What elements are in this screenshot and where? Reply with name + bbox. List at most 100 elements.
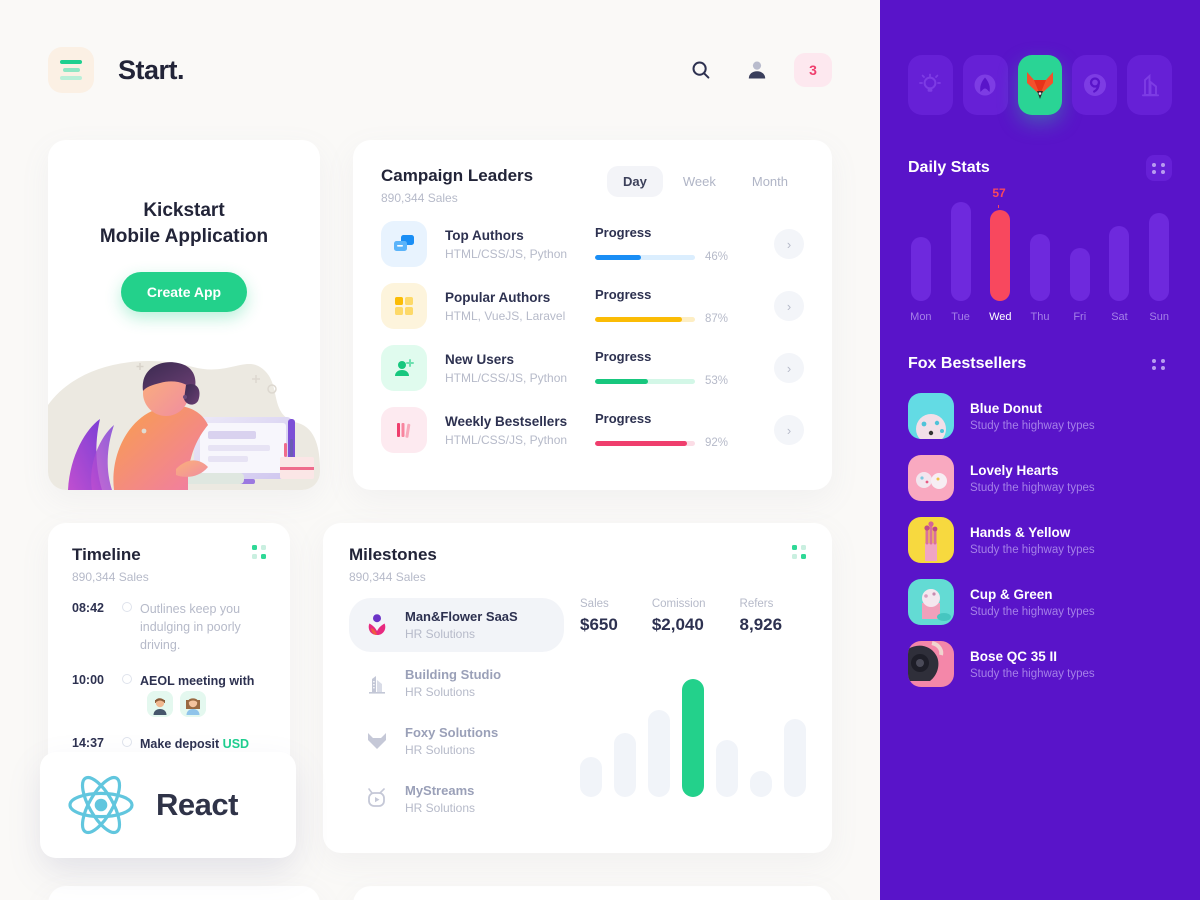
grid-dots-icon[interactable] (1146, 155, 1172, 181)
bestsellers-list: Blue Donut Study the highway types Lovely … (908, 393, 1172, 687)
nine-badge-icon[interactable] (1072, 55, 1118, 115)
campaign-row-tech: HTML, VueJS, Laravel (445, 308, 566, 323)
campaign-row-name: New Users (445, 351, 515, 367)
timeline-item[interactable]: 08:42 Outlines keep you indulging in poo… (72, 600, 266, 672)
lightbulb-icon[interactable] (908, 55, 953, 115)
bestsellers-section: Fox Bestsellers Blue Donut Study the high… (880, 351, 1200, 687)
stat-refers: Refers 8,926 (740, 598, 783, 635)
daily-stats-title: Daily Stats (908, 159, 990, 176)
chevron-right-icon[interactable]: › (774, 291, 804, 321)
campaign-leaders-card: Campaign Leaders 890,344 Sales Day Week … (353, 140, 832, 490)
progress-bar (595, 440, 695, 446)
milestone-row[interactable]: Building Studio HR Solutions (349, 656, 564, 710)
bestseller-text: Cup & Green Study the highway types (970, 587, 1095, 618)
campaign-row-text: New Users HTML/CSS/JS, Python (445, 352, 595, 385)
bestseller-row[interactable]: Blue Donut Study the highway types (908, 393, 1172, 439)
milestone-chart-bar (716, 740, 738, 797)
campaign-row-tech: HTML/CSS/JS, Python (445, 432, 568, 447)
bottom-card-left[interactable] (48, 886, 320, 900)
campaign-row[interactable]: New Users HTML/CSS/JS, Python Progress 5… (381, 345, 804, 391)
kickstart-title-line2: Mobile Application (99, 226, 269, 248)
milestones-bar-chart (580, 677, 806, 797)
tab-day[interactable]: Day (607, 166, 663, 197)
timeline-item[interactable]: 10:00 AEOL meeting with (72, 672, 266, 734)
add-user-icon (381, 345, 427, 391)
daily-axis-label: Sun (1149, 311, 1169, 323)
milestone-name: MyStreams (405, 783, 475, 798)
chevron-right-icon[interactable]: › (774, 353, 804, 383)
tab-month[interactable]: Month (736, 166, 804, 197)
create-app-button[interactable]: Create App (120, 272, 248, 313)
progress-bar (595, 316, 695, 322)
campaign-row[interactable]: Top Authors HTML/CSS/JS, Python Progress… (381, 221, 804, 267)
daily-bar (1109, 225, 1130, 301)
building-icon[interactable] (1127, 55, 1172, 115)
daily-labels: Mon Tue Wed Thu Fri Sat Sun (908, 311, 1172, 323)
tab-week[interactable]: Week (667, 166, 732, 197)
tv-play-icon (363, 785, 391, 813)
daily-axis-label: Tue (951, 311, 970, 323)
daily-bar (950, 201, 971, 301)
bestseller-row[interactable]: Lovely Hearts Study the highway types (908, 455, 1172, 501)
chevron-right-icon[interactable]: › (774, 415, 804, 445)
grid-dots-icon[interactable] (792, 545, 806, 559)
bottom-card-right[interactable] (353, 886, 832, 900)
stat-label: Refers (739, 598, 774, 610)
stat-comission: Comission $2,040 (652, 598, 706, 635)
avatar (180, 690, 206, 717)
notification-badge[interactable]: 3 (794, 53, 832, 87)
bestseller-thumbnail (908, 579, 954, 625)
milestones-stats: Sales $650 Comission $2,040 Refers 8,926 (580, 598, 806, 635)
daily-bar-column (1146, 213, 1172, 301)
milestone-chart-bar (682, 679, 704, 797)
milestones-title: Milestones (349, 545, 437, 564)
milestone-row[interactable]: Foxy Solutions HR Solutions (349, 714, 564, 768)
campaign-row[interactable]: Weekly Bestsellers HTML/CSS/JS, Python P… (381, 407, 804, 453)
timeline-header: Timeline 890,344 Sales (72, 545, 266, 584)
react-badge-card[interactable]: React (40, 752, 296, 858)
campaign-row-tech: HTML/CSS/JS, Python (445, 246, 568, 261)
right-sidebar: Daily Stats 57 Mon Tue Wed Thu Fri Sat Sun Fox… (880, 0, 1200, 900)
progress-pct: 46% (705, 251, 729, 263)
bestseller-row[interactable]: Bose QC 35 II Study the highway types (908, 641, 1172, 687)
milestone-row[interactable]: MyStreams HR Solutions (349, 772, 564, 826)
daily-stats-chart: 57 Mon Tue Wed Thu Fri Sat Sun (908, 186, 1172, 329)
chevron-right-icon[interactable]: › (774, 229, 804, 259)
rocket-arrow-icon[interactable] (962, 55, 1008, 115)
header-actions: 3 (682, 51, 832, 89)
person-at-computer-illustration (48, 361, 320, 490)
bestseller-row[interactable]: Cup & Green Study the highway types (908, 579, 1172, 625)
timeline-time: 14:37 (72, 735, 104, 750)
daily-axis-label: Fri (1073, 311, 1087, 323)
hamburger-icon[interactable] (48, 47, 94, 93)
fox-icon[interactable] (1017, 55, 1063, 115)
milestone-sub: HR Solutions (405, 743, 476, 757)
progress-label: Progress (595, 287, 652, 302)
daily-axis-label: Thu (1030, 311, 1050, 323)
daily-bars (908, 189, 1172, 301)
bestseller-name: Hands & Yellow (970, 524, 1071, 540)
bestseller-name: Cup & Green (970, 586, 1053, 602)
bestseller-thumbnail (908, 641, 954, 687)
milestone-row-active[interactable]: Man&Flower SaaS HR Solutions (349, 598, 564, 652)
bestseller-row[interactable]: Hands & Yellow Study the highway types (908, 517, 1172, 563)
campaign-row-text: Top Authors HTML/CSS/JS, Python (445, 228, 595, 261)
milestone-name: Man&Flower SaaS (405, 609, 518, 624)
bestseller-text: Blue Donut Study the highway types (970, 401, 1095, 432)
daily-bar-column (908, 237, 934, 301)
milestones-header: Milestones 890,344 Sales (349, 545, 806, 584)
progress-pct: 53% (705, 375, 729, 387)
bestseller-sub: Study the highway types (970, 667, 1095, 680)
bestseller-sub: Study the highway types (970, 605, 1095, 618)
milestones-body: Man&Flower SaaS HR Solutions Building St… (349, 598, 806, 830)
timeline-text: AEOL meeting with (140, 674, 255, 689)
grid-dots-icon[interactable] (252, 545, 266, 559)
search-icon[interactable] (682, 51, 720, 89)
campaign-row-name: Top Authors (445, 227, 524, 243)
progress-bar (595, 254, 695, 260)
campaign-row[interactable]: Popular Authors HTML, VueJS, Laravel Pro… (381, 283, 804, 329)
daily-bar-column (948, 201, 974, 301)
stat-label: Sales (580, 598, 609, 610)
person-icon[interactable] (738, 51, 776, 89)
grid-dots-icon[interactable] (1146, 351, 1172, 377)
